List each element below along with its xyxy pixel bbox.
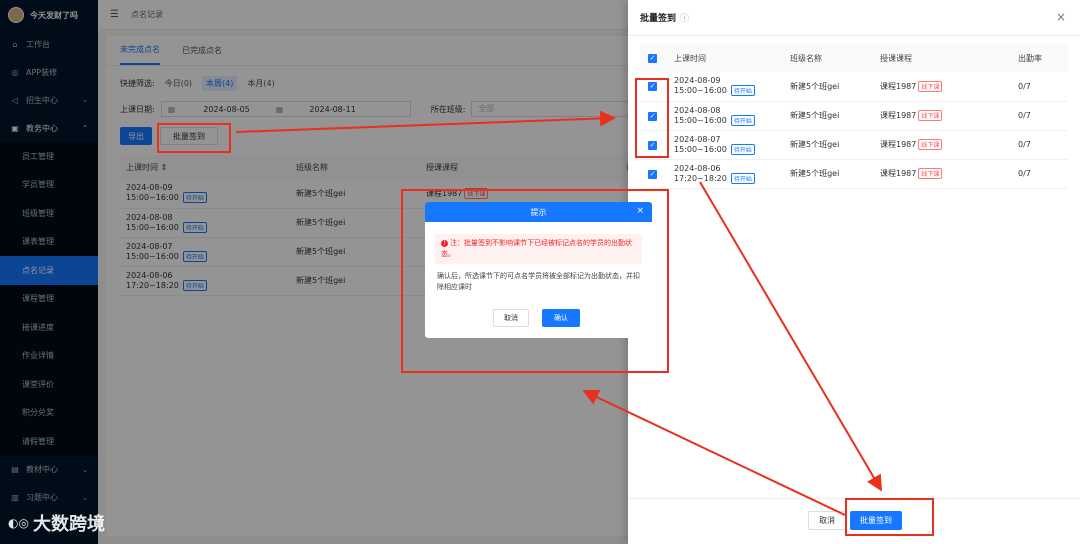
watermark-logo-icon: ◐◎ <box>8 516 29 530</box>
watermark-text: 大数跨境 <box>32 514 105 535</box>
annotation-arrows <box>235 110 883 516</box>
arrow-to-dialog <box>582 389 846 516</box>
arrow-to-drawer-confirm <box>699 181 883 492</box>
arrow-to-checkboxes <box>235 110 616 133</box>
watermark: ◐◎ 大数跨境 <box>8 510 105 536</box>
